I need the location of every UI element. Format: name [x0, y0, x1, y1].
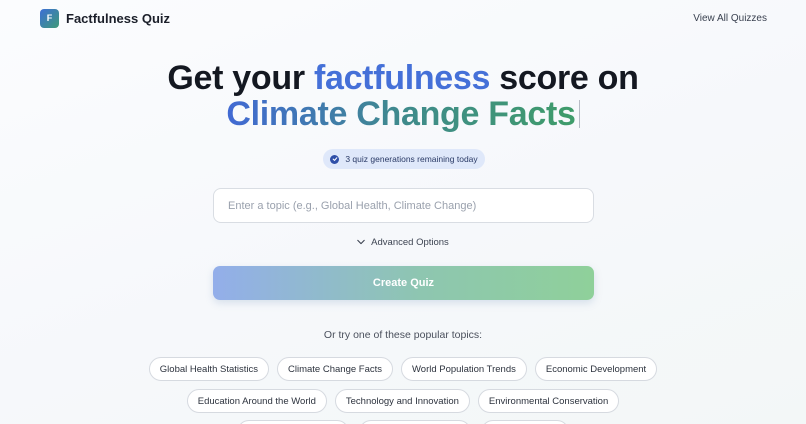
topic-chip-partial[interactable] — [237, 420, 349, 424]
topic-chip-climate-change[interactable]: Climate Change Facts — [277, 357, 393, 381]
advanced-options-toggle[interactable]: Advanced Options — [357, 237, 449, 248]
top-bar: F Factfulness Quiz View All Quizzes — [0, 0, 806, 36]
typing-caret — [578, 100, 580, 128]
headline-suffix: score on — [490, 59, 639, 97]
badge-text: 3 quiz generations remaining today — [345, 154, 478, 164]
popular-topics-row-3 — [0, 420, 806, 424]
brand[interactable]: F Factfulness Quiz — [40, 8, 171, 28]
popular-topics-row-2: Education Around the World Technology an… — [0, 389, 806, 413]
create-quiz-button[interactable]: Create Quiz — [213, 266, 594, 300]
topic-chip-economic-development[interactable]: Economic Development — [534, 357, 658, 381]
headline-accent-word: factfulness — [313, 59, 491, 97]
topic-chip-partial[interactable] — [481, 420, 569, 424]
headline-prefix: Get your — [167, 59, 314, 97]
popular-topics-row-1: Global Health Statistics Climate Change … — [0, 357, 806, 381]
topic-chip-world-population[interactable]: World Population Trends — [401, 357, 527, 381]
app-logo: F — [40, 8, 59, 28]
advanced-options-label: Advanced Options — [371, 237, 449, 248]
remaining-generations-badge: 3 quiz generations remaining today — [323, 149, 485, 169]
headline-topic: Climate Change Facts — [226, 95, 576, 133]
app-name: Factfulness Quiz — [66, 10, 171, 26]
view-all-quizzes-link[interactable]: View All Quizzes — [693, 13, 767, 24]
hero: Get your factfulness score on Climate Ch… — [0, 60, 806, 132]
chevron-down-icon — [357, 237, 365, 248]
topic-chip-global-health[interactable]: Global Health Statistics — [148, 357, 270, 381]
popular-topics-label: Or try one of these popular topics: — [323, 329, 483, 341]
headline-line-1: Get your factfulness score on — [0, 60, 806, 96]
check-circle-icon — [330, 154, 340, 164]
topic-chip-partial[interactable] — [359, 420, 471, 424]
topic-chip-environmental[interactable]: Environmental Conservation — [477, 389, 620, 413]
advanced-options-row: Advanced Options — [0, 237, 806, 248]
headline-line-2: Climate Change Facts — [0, 96, 806, 132]
topic-chip-education[interactable]: Education Around the World — [186, 389, 327, 413]
topic-input[interactable] — [213, 188, 594, 223]
topic-chip-technology[interactable]: Technology and Innovation — [334, 389, 470, 413]
